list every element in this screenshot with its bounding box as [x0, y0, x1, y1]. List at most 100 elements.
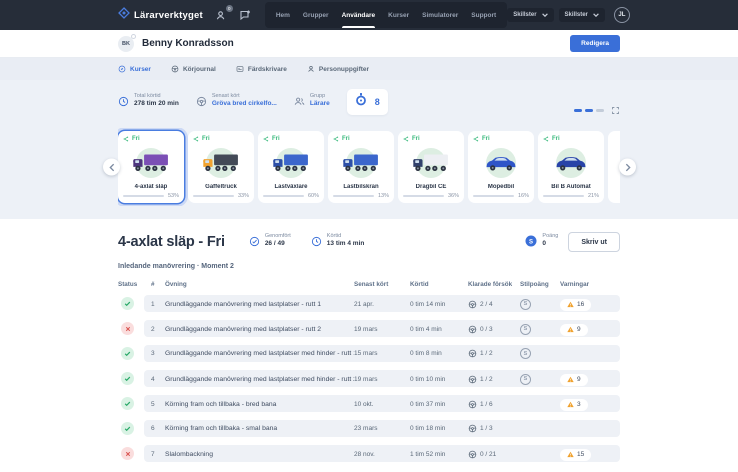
course-card[interactable]: Fri Lastväxlare 60%: [258, 131, 324, 203]
steering-wheel-icon: [468, 349, 477, 358]
steering-wheel-icon: [468, 325, 477, 334]
attempts: 0 / 3: [468, 325, 520, 334]
table-row[interactable]: 2 Grundläggande manövrering med lastplat…: [118, 320, 620, 337]
course-progress: 36%: [403, 193, 459, 199]
course-progress: 16%: [473, 193, 529, 199]
course-name: Mopedbil: [473, 184, 529, 190]
attempts: 1 / 2: [468, 349, 520, 358]
course-card[interactable]: Fri Dragbil CE 36%: [398, 131, 464, 203]
course-progress: 21%: [543, 193, 599, 199]
pager-bar[interactable]: [585, 109, 593, 112]
course-card[interactable]: Fri Bil B Automat 21%: [538, 131, 604, 203]
progress-percent: 60%: [307, 193, 319, 199]
progress-percent: 33%: [237, 193, 249, 199]
group-icon: [294, 94, 305, 112]
vehicle-image: [473, 142, 529, 184]
steering-wheel-icon: [468, 375, 477, 384]
table-row[interactable]: 4 Grundläggande manövrering med lastplat…: [118, 370, 620, 387]
course-overview: Total körtid 278 tim 20 min Senast kört …: [0, 80, 738, 219]
last-driven: 10 okt.: [354, 401, 410, 408]
steering-wheel-icon: [468, 450, 477, 459]
last-driven: 19 mars: [354, 326, 410, 333]
table-row[interactable]: 5 Körning fram och tillbaka - bred bana …: [118, 395, 620, 412]
nav-item-anvandare[interactable]: Användare: [342, 2, 376, 28]
user-avatar[interactable]: JL: [614, 7, 630, 23]
main-nav-menu: Hem Grupper Användare Kurser Simulatorer…: [265, 2, 507, 28]
edit-button[interactable]: Redigera: [570, 35, 620, 52]
steering-wheel-icon: [468, 400, 477, 409]
course-card[interactable]: Fri 4-axlat släp 53%: [118, 131, 184, 203]
tab-korjournal[interactable]: Körjournal: [171, 65, 216, 73]
attempts: 1 / 3: [468, 424, 520, 433]
nav-item-simulatorer[interactable]: Simulatorer: [422, 2, 458, 28]
tab-fardskrivare[interactable]: Färdskrivare: [236, 65, 287, 73]
attempts: 0 / 21: [468, 450, 520, 459]
add-user-icon[interactable]: 0: [216, 9, 228, 21]
status-cell: [118, 397, 144, 410]
vehicle-image: [333, 142, 389, 184]
last-driven: 23 mars: [354, 425, 410, 432]
print-button[interactable]: Skriv ut: [568, 232, 620, 252]
table-row[interactable]: 3 Grundläggande manövrering med lastplat…: [118, 345, 620, 362]
warning-triangle-icon: [567, 401, 574, 408]
steering-wheel-icon: [468, 424, 477, 433]
warnings: 3: [560, 395, 620, 413]
course-name: Lastväxlare: [263, 184, 319, 190]
last-driven: 21 apr.: [354, 301, 410, 308]
exercise-name: Körning fram och tillbaka - smal bana: [165, 425, 354, 432]
stat-poang: S Poäng 0: [525, 233, 558, 252]
table-row[interactable]: 1 Grundläggande manövrering med lastplat…: [118, 295, 620, 312]
message-plus-icon[interactable]: [239, 9, 251, 21]
progress-percent: 16%: [517, 193, 529, 199]
course-card[interactable]: Fri Lastbilskran 13%: [328, 131, 394, 203]
tab-personuppgifter[interactable]: Personuppgifter: [307, 65, 369, 73]
course-progress: 33%: [193, 193, 249, 199]
workspace-select-1[interactable]: Skillster: [507, 8, 553, 22]
carousel-prev-button[interactable]: [103, 159, 120, 176]
nav-item-kurser[interactable]: Kurser: [388, 2, 409, 28]
compass-icon: [118, 65, 126, 73]
student-avatar: BK: [118, 36, 134, 52]
nav-item-hem[interactable]: Hem: [276, 2, 290, 28]
expand-icon[interactable]: [611, 106, 620, 115]
status-pass-icon: [121, 397, 134, 410]
warning-triangle-icon: [567, 376, 574, 383]
nav-item-support[interactable]: Support: [471, 2, 496, 28]
app-logo[interactable]: Lärarverktyget: [118, 6, 203, 24]
exercise-name: Slalombackning: [165, 451, 354, 458]
chevron-left-icon: [109, 163, 115, 171]
course-card[interactable]: Fri Mopedbil 16%: [468, 131, 534, 203]
exercise-table: Status # Övning Senast kört Körtid Klara…: [118, 278, 620, 462]
status-fail-icon: [121, 447, 134, 460]
status-cell: [118, 322, 144, 335]
table-header: Status # Övning Senast kört Körtid Klara…: [118, 278, 620, 295]
nav-item-grupper[interactable]: Grupper: [303, 2, 329, 28]
group-link[interactable]: Lärare: [310, 100, 330, 107]
drive-time: 0 tim 37 min: [410, 401, 468, 408]
carousel-next-button[interactable]: [619, 159, 636, 176]
progress-percent: 36%: [447, 193, 459, 199]
exercise-name: Grundläggande manövrering med lastplatse…: [165, 301, 354, 308]
course-name: Dragbil CE: [403, 184, 459, 190]
exercise-number: 3: [151, 350, 165, 357]
progress-percent: 13%: [377, 193, 389, 199]
last-driven-link[interactable]: Gröva bred cirkelfo...: [212, 100, 277, 107]
status-cell: [118, 297, 144, 310]
pager-bar[interactable]: [596, 109, 604, 112]
exercise-name: Grundläggande manövrering med lastplatse…: [165, 350, 354, 357]
course-name: Lastbilskran: [333, 184, 389, 190]
status-cell: [118, 447, 144, 460]
profile-banner: BK Benny Konradsson Redigera: [0, 30, 738, 58]
workspace-select-2[interactable]: Skillster: [559, 8, 605, 22]
stat-genomfort: Genomfört 26 / 49: [249, 233, 291, 252]
table-row[interactable]: 7 Slalombackning 28 nov. 1 tim 52 min 0 …: [118, 445, 620, 462]
warning-triangle-icon: [567, 301, 574, 308]
simulator-card[interactable]: 8: [347, 89, 388, 115]
tab-kurser[interactable]: Kurser: [118, 65, 151, 73]
drive-time: 0 tim 18 min: [410, 425, 468, 432]
stat-senast-kort: Senast kört Gröva bred cirkelfo...: [196, 93, 277, 112]
status-cell: [118, 347, 144, 360]
table-row[interactable]: 6 Körning fram och tillbaka - smal bana …: [118, 420, 620, 437]
pager-bar[interactable]: [574, 109, 582, 112]
course-card[interactable]: Fri Gaffeltruck 33%: [188, 131, 254, 203]
